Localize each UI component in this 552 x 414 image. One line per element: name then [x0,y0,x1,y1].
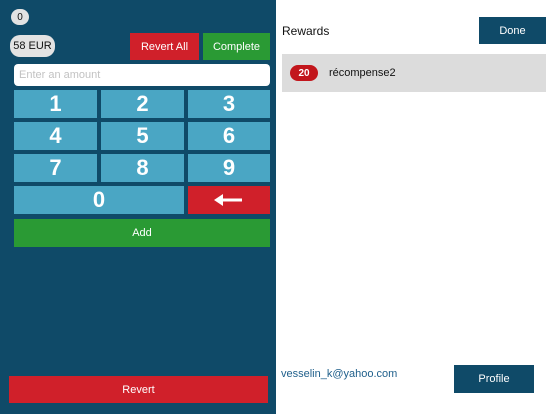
user-email-link[interactable]: vesselin_k@yahoo.com [281,368,397,380]
key-9[interactable]: 9 [188,154,270,182]
key-0[interactable]: 0 [14,186,184,214]
backspace-button[interactable] [188,186,270,214]
key-7[interactable]: 7 [14,154,97,182]
complete-button[interactable]: Complete [203,33,270,60]
done-button[interactable]: Done [479,17,546,44]
key-2[interactable]: 2 [101,90,184,118]
reward-list-item[interactable]: 20 récompense2 [282,54,546,92]
counter-badge: 0 [11,9,29,25]
key-4[interactable]: 4 [14,122,97,150]
keypad-panel: 0 58 EUR Revert All Complete 1 2 3 4 5 6… [0,0,276,414]
revert-all-button[interactable]: Revert All [130,33,199,60]
balance-badge: 58 EUR [10,35,55,57]
key-8[interactable]: 8 [101,154,184,182]
amount-input[interactable] [14,64,270,86]
reward-name: récompense2 [329,67,396,79]
key-6[interactable]: 6 [188,122,270,150]
key-3[interactable]: 3 [188,90,270,118]
reward-points-badge: 20 [290,65,318,81]
key-5[interactable]: 5 [101,122,184,150]
profile-button[interactable]: Profile [454,365,534,393]
key-1[interactable]: 1 [14,90,97,118]
rewards-title: Rewards [282,24,330,38]
revert-button[interactable]: Revert [9,376,268,403]
arrow-left-icon [214,194,242,206]
add-button[interactable]: Add [14,219,270,247]
